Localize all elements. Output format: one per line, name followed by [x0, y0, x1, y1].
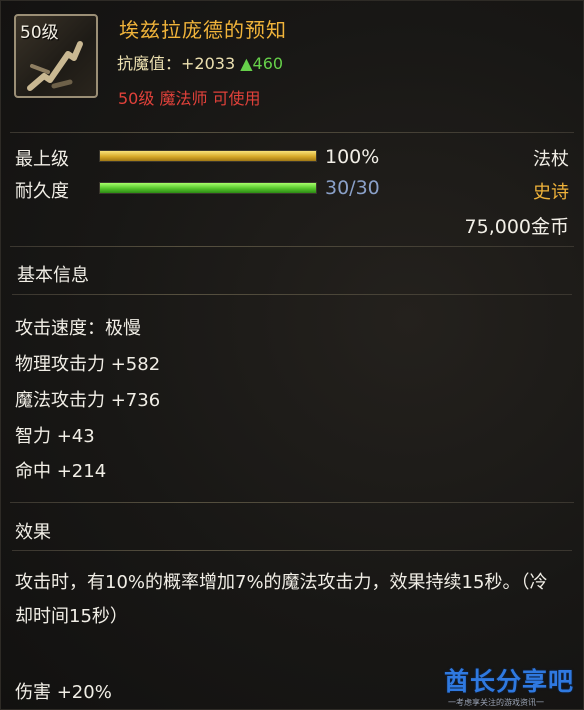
item-tooltip: 50级 埃兹拉庞德的预知 抗魔值：+2033 ▲460 50级 魔法师 可使用 … [0, 0, 584, 710]
durability-bar-fill [100, 183, 316, 193]
magic-attack-line: 魔法攻击力 +736 [15, 390, 161, 411]
intelligence-line: 智力 +43 [15, 426, 95, 447]
item-level-badge: 50级 [20, 23, 59, 43]
resist-delta: ▲460 [240, 54, 284, 73]
rarity-label: 史诗 [533, 182, 569, 203]
effect-description: 攻击时，有10%的概率增加7%的魔法攻击力，效果持续15秒。（冷却时间15秒） [15, 572, 548, 627]
divider [12, 550, 572, 551]
divider [10, 502, 574, 503]
watermark-subtitle: 一考虑享关注的游戏资讯一 [448, 698, 544, 707]
watermark-logo: 酋长分享吧 [443, 667, 574, 696]
usable-requirement: 50级 魔法师 可使用 [118, 89, 261, 108]
divider [10, 246, 574, 247]
weapon-type: 法杖 [533, 149, 569, 170]
staff-icon [27, 41, 83, 91]
grade-label: 最上级 [15, 149, 69, 170]
resist-label: 抗魔值： [117, 54, 182, 73]
durability-bar [99, 182, 317, 194]
resist-value-line: 抗魔值：+2033 ▲460 [117, 50, 283, 74]
grade-bar-fill [100, 151, 316, 161]
effect-title: 效果 [15, 522, 51, 543]
basic-info-title: 基本信息 [17, 265, 89, 286]
divider [10, 132, 574, 133]
item-name: 埃兹拉庞德的预知 [119, 18, 287, 42]
physical-attack-line: 物理攻击力 +582 [15, 354, 161, 375]
attack-speed-line: 攻击速度：极慢 [15, 318, 141, 339]
hit-rate-line: 命中 +214 [15, 461, 107, 482]
grade-value: 100% [325, 146, 380, 168]
durability-label: 耐久度 [15, 181, 69, 202]
divider [12, 294, 572, 295]
resist-value: +2033 [181, 54, 236, 73]
damage-line: 伤害 +20% [15, 682, 112, 703]
grade-bar [99, 150, 317, 162]
durability-value: 30/30 [325, 177, 380, 199]
price-label: 75,000金币 [464, 216, 569, 238]
item-icon[interactable]: 50级 [14, 14, 98, 98]
